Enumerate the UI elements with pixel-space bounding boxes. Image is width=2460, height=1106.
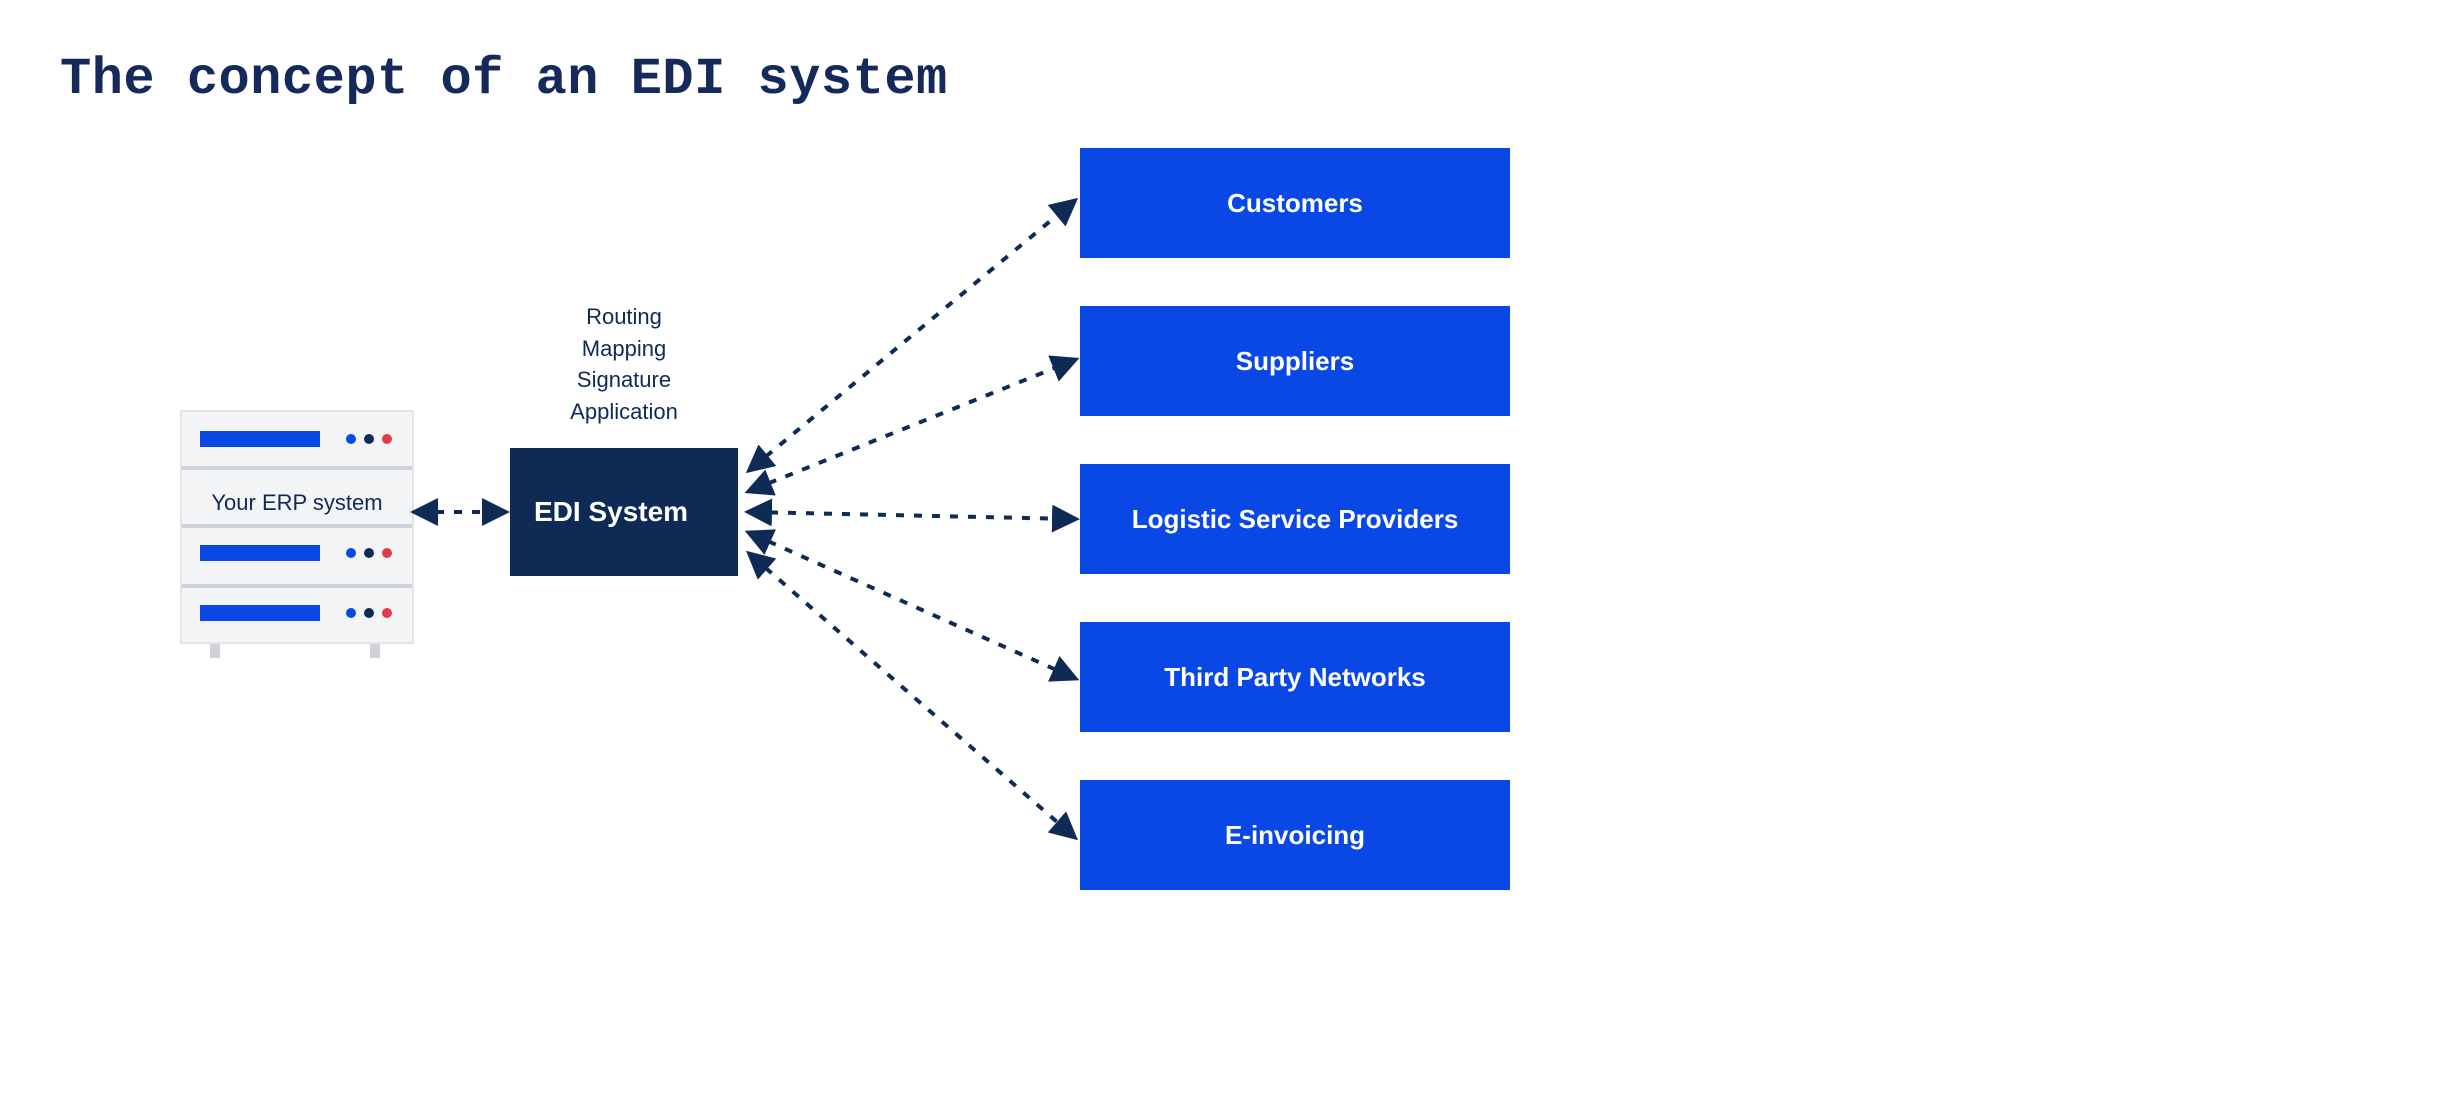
server-status-dots [346, 434, 392, 444]
erp-divider [182, 466, 412, 470]
partner-label: Third Party Networks [1164, 662, 1426, 693]
edi-anno-item: Routing [510, 302, 738, 332]
server-status-dots [346, 608, 392, 618]
partner-box-einvoicing: E-invoicing [1080, 780, 1510, 890]
server-indicator-bar [200, 545, 320, 561]
partner-box-customers: Customers [1080, 148, 1510, 258]
connector-edi-logistics [752, 512, 1072, 519]
edi-anno-item: Application [510, 397, 738, 427]
edi-anno-item: Signature [510, 365, 738, 395]
connector-edi-einvoicing [752, 556, 1072, 835]
erp-server: Your ERP system [180, 410, 410, 640]
erp-divider [182, 524, 412, 528]
server-status-dots [346, 548, 392, 558]
server-indicator-bar [200, 605, 320, 621]
erp-divider [182, 584, 412, 588]
server-indicator-bar [200, 431, 320, 447]
partner-box-suppliers: Suppliers [1080, 306, 1510, 416]
edi-anno-item: Mapping [510, 334, 738, 364]
partner-label: Logistic Service Providers [1132, 504, 1459, 535]
edi-annotations: Routing Mapping Signature Application [510, 300, 738, 429]
connector-edi-customers [752, 203, 1072, 468]
diagram: Your ERP system Routing Mapping Signatur… [0, 0, 2460, 1106]
erp-label: Your ERP system [182, 490, 412, 516]
partner-label: E-invoicing [1225, 820, 1365, 851]
edi-label: EDI System [534, 496, 688, 528]
partner-box-third-party: Third Party Networks [1080, 622, 1510, 732]
connector-edi-suppliers [752, 361, 1072, 490]
partner-box-logistics: Logistic Service Providers [1080, 464, 1510, 574]
partner-label: Suppliers [1236, 346, 1354, 377]
erp-body: Your ERP system [180, 410, 414, 644]
partner-label: Customers [1227, 188, 1363, 219]
connector-edi-third-party [752, 534, 1072, 677]
edi-system-box: EDI System [510, 448, 738, 576]
